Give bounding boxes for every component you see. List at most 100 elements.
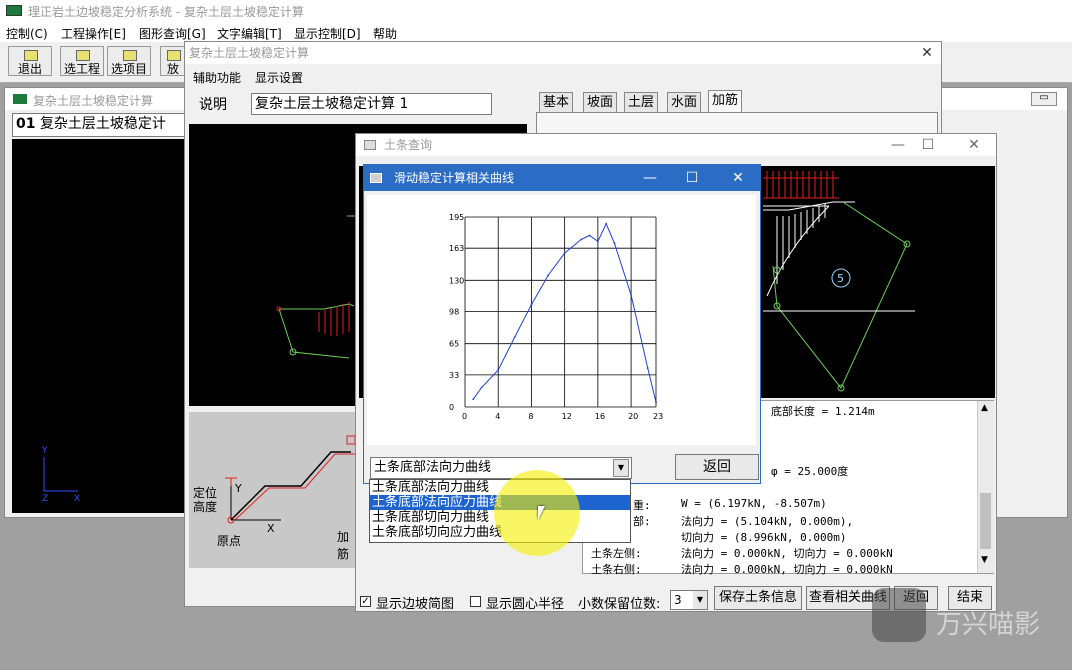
app-menu-bar: 控制(C) 工程操作[E] 图形查询[G] 文字编辑[T] 显示控制[D] 帮助: [0, 22, 1072, 42]
curve-dialog: 滑动稳定计算相关曲线 — ☐ ✕ 0 4 8 12 16 20 23 0 33 65 98 130 16…: [363, 164, 761, 484]
axis-indicator: Y X Z: [41, 446, 80, 504]
schematic-height-label: 高度: [193, 500, 218, 514]
watermark-text: 万兴喵影: [936, 610, 1041, 640]
soil-close-button[interactable]: ✕: [958, 134, 990, 156]
left-window-title: 复杂土层土坡稳定计算: [33, 94, 154, 108]
svg-text:Z: Z: [42, 494, 48, 504]
decimals-label: 小数保留位数:: [578, 597, 661, 612]
data-point: [655, 401, 657, 404]
menu-text[interactable]: 文字编辑[T]: [217, 25, 282, 42]
window-icon: [364, 140, 376, 150]
data-point: [596, 240, 599, 243]
y-tick-label: 130: [449, 276, 464, 285]
y-tick-label: 98: [449, 308, 459, 317]
desc-input[interactable]: 复杂土层土坡稳定计算 1: [251, 93, 492, 115]
edit-icon: [123, 50, 137, 61]
y-tick-label: 33: [449, 371, 459, 380]
x-tick-label: 4: [495, 412, 500, 421]
schematic-origin-label: 原点: [217, 534, 242, 548]
info-scrollbar[interactable]: ▲ ▼: [977, 401, 994, 573]
schematic-x-label: X: [267, 522, 275, 535]
app-logo-icon: [6, 5, 22, 16]
data-point: [530, 303, 533, 306]
decimals-select[interactable]: 3 ▼: [670, 590, 708, 610]
curve-close-button[interactable]: ✕: [722, 167, 754, 189]
save-slice-info-button[interactable]: 保存土条信息: [714, 586, 802, 610]
calc-window-title-bar: 复杂土层土坡稳定计算: [185, 42, 941, 64]
calc-window-title: 复杂土层土坡稳定计算: [189, 46, 310, 60]
circle-number: 5: [837, 272, 844, 285]
info-right-side-forces: 法向力 = 0.000kN, 切向力 = 0.000kN: [681, 563, 893, 576]
calc-close-button[interactable]: ✕: [911, 42, 943, 64]
calc-menu-display[interactable]: 显示设置: [255, 69, 303, 86]
scroll-up-icon[interactable]: ▲: [981, 403, 988, 413]
item-text: 复杂土层土坡稳定计: [39, 116, 166, 132]
soil-maximize-button[interactable]: ☐: [912, 134, 944, 156]
data-point: [547, 274, 549, 277]
tab-soil-layer[interactable]: 土层: [624, 92, 659, 112]
y-tick-label: 163: [449, 244, 464, 253]
show-slope-label: 显示边坡简图: [376, 597, 455, 612]
data-point: [472, 398, 475, 401]
curve-chart: 0 4 8 12 16 20 23 0 33 65 98 130 163 195: [449, 213, 663, 421]
x-tick-label: 0: [462, 412, 467, 421]
curve-maximize-button[interactable]: ☐: [676, 167, 708, 189]
chevron-down-icon[interactable]: ▼: [613, 459, 629, 477]
tab-slope[interactable]: 坡面: [583, 92, 618, 112]
curve-minimize-button[interactable]: —: [634, 167, 666, 189]
svg-text:X: X: [74, 494, 80, 504]
menu-control[interactable]: 控制(C): [6, 25, 48, 42]
left-graphic-canvas: Y X Z: [12, 139, 188, 513]
y-tick-label: 65: [449, 340, 459, 349]
info-bottom-prefix: 部:: [633, 515, 651, 528]
menu-help[interactable]: 帮助: [373, 25, 397, 42]
item-selector[interactable]: 01 复杂土层土坡稳定计: [12, 113, 190, 137]
data-point: [613, 242, 616, 245]
data-point: [630, 294, 632, 296]
info-weight-prefix: 重:: [633, 499, 651, 512]
show-radius-checkbox[interactable]: [470, 596, 481, 607]
minimize-button[interactable]: ▭: [1031, 92, 1057, 106]
tab-water[interactable]: 水面: [667, 92, 702, 112]
data-point: [563, 252, 566, 254]
info-phi: φ = 25.000度: [771, 465, 849, 478]
curve-return-button[interactable]: 返回: [675, 454, 759, 480]
edit-icon: [76, 50, 90, 61]
select-project-button[interactable]: 选工程: [60, 46, 104, 76]
menu-graph[interactable]: 图形查询[G]: [139, 25, 206, 42]
soil-query-title: 土条查询: [384, 138, 433, 152]
soil-minimize-button[interactable]: —: [882, 134, 914, 156]
tab-reinforce[interactable]: 加筋: [708, 90, 743, 112]
tab-basic[interactable]: 基本: [539, 92, 574, 112]
data-point: [605, 222, 608, 225]
cursor-highlight: [494, 470, 580, 556]
menu-project[interactable]: 工程操作[E]: [61, 25, 126, 42]
calc-menu-assist[interactable]: 辅助功能: [193, 69, 241, 86]
item-number: 01: [16, 116, 36, 132]
x-tick-label: 23: [653, 412, 663, 421]
x-tick-label: 20: [628, 412, 638, 421]
exit-icon: [24, 50, 38, 61]
app-title-bar: 理正岩土边坡稳定分析系统 - 复杂土层土坡稳定计算: [0, 0, 1072, 22]
scroll-thumb[interactable]: [980, 493, 991, 549]
menu-display[interactable]: 显示控制[D]: [294, 25, 361, 42]
scroll-down-icon[interactable]: ▼: [981, 555, 988, 565]
info-right-side-label: 土条右侧:: [591, 563, 642, 576]
curve-dialog-title: 滑动稳定计算相关曲线: [394, 171, 515, 185]
show-slope-checkbox[interactable]: ✓: [360, 596, 371, 607]
data-point: [588, 234, 591, 237]
curve-type-select[interactable]: 土条底部法向力曲线 ▼: [370, 457, 632, 479]
y-tick-label: 195: [449, 213, 464, 222]
chevron-down-icon[interactable]: ▼: [693, 591, 707, 609]
zoom-icon: [167, 50, 181, 61]
app-title: 理正岩土边坡稳定分析系统 - 复杂土层土坡稳定计算: [28, 5, 304, 19]
info-bottom-length: 底部长度 = 1.214m: [771, 405, 875, 418]
select-item-button[interactable]: 选项目: [107, 46, 151, 76]
window-icon: [13, 94, 27, 104]
watermark-logo-icon: [872, 588, 926, 642]
tab-panel: [536, 112, 938, 134]
mouse-pointer-icon: [538, 506, 545, 520]
info-left-side-forces: 法向力 = 0.000kN, 切向力 = 0.000kN: [681, 547, 893, 560]
exit-button[interactable]: 退出: [8, 46, 52, 76]
zoom-button[interactable]: 放: [160, 46, 186, 76]
